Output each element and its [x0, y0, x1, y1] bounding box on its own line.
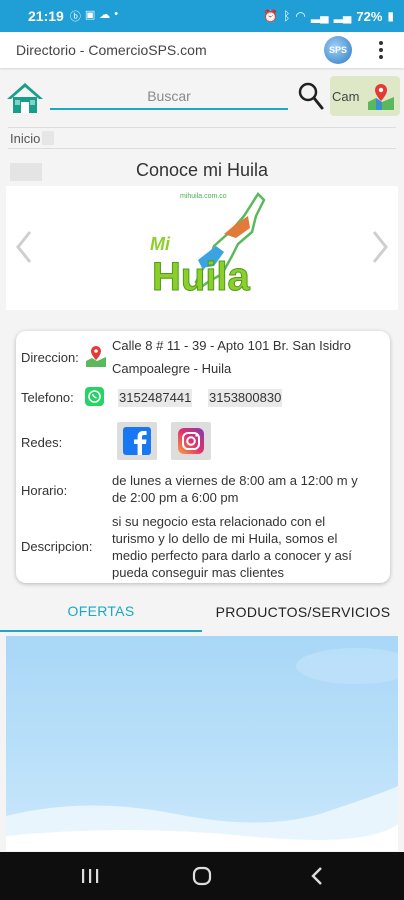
svg-text:Huila: Huila — [152, 255, 251, 299]
tab-productos-servicios[interactable]: PRODUCTOS/SERVICIOS — [202, 592, 404, 632]
map-pin-icon — [86, 346, 106, 367]
breadcrumb: Inicio — [8, 127, 396, 149]
app-bar: Directorio - ComercioSPS.com SPS — [0, 32, 404, 68]
app-title: Directorio - ComercioSPS.com — [16, 42, 207, 58]
notification-icon: ⓑ — [69, 11, 81, 23]
carousel-prev-icon[interactable] — [14, 230, 34, 264]
dot-icon: • — [114, 8, 119, 20]
cam-label: Cam — [332, 88, 360, 104]
home-nav-icon[interactable] — [192, 866, 212, 886]
search-input[interactable] — [50, 84, 288, 110]
search-row: Cam — [0, 72, 404, 122]
direccion-line2: Campoalegre - Huila — [112, 361, 232, 376]
horario-line1: de lunes a viernes de 8:00 am a 12:00 m … — [112, 473, 358, 488]
signal-icon: ▂▄ — [310, 9, 329, 23]
banner-carousel: mihuila.com.co Mi Huila — [6, 186, 398, 310]
battery-icon: ▮ — [387, 9, 394, 23]
signal-icon: ▂▄ — [333, 9, 352, 23]
telefono-label: Telefono: — [21, 390, 74, 405]
facebook-icon — [123, 427, 151, 455]
app-logo-icon[interactable]: SPS — [324, 36, 352, 64]
descripcion-line1: si su negocio esta relacionado con el — [112, 514, 326, 529]
business-info-card: Direccion: Calle 8 # 11 - 39 - Apto 101 … — [16, 331, 390, 583]
cam-button[interactable]: Cam — [330, 76, 400, 116]
ofertas-content — [6, 636, 398, 851]
overflow-menu-icon[interactable] — [372, 38, 390, 62]
phone-2[interactable]: 3153800830 — [208, 389, 283, 407]
instagram-button[interactable] — [171, 422, 211, 460]
facebook-button[interactable] — [117, 422, 157, 460]
mi-huila-logo: mihuila.com.co Mi Huila — [150, 192, 266, 300]
direccion-line1: Calle 8 # 11 - 39 - Apto 101 Br. San Isi… — [112, 338, 351, 353]
phone-1[interactable]: 3152487441 — [118, 389, 193, 407]
descripcion-line3: medio perfecto para darlo a conocer y as… — [112, 548, 352, 563]
alarm-icon: ⏰ — [263, 9, 279, 23]
status-right-icons: ⏰ ᛒ ◠ ▂▄ ▂▄ 72% ▮ — [263, 9, 394, 24]
direccion-label: Direccion: — [21, 350, 79, 365]
whatsapp-icon[interactable] — [85, 387, 104, 406]
wifi-icon: ◠ — [295, 9, 306, 23]
tab-ofertas[interactable]: OFERTAS — [0, 592, 202, 632]
system-nav-bar — [0, 852, 404, 900]
title-row: Conoce mi Huila — [8, 158, 396, 186]
descripcion-line2: turismo y lo dello de mi Huila, somos el — [112, 531, 338, 546]
descripcion-line4: pueda conseguir mas clientes — [112, 565, 284, 580]
breadcrumb-separator — [42, 131, 55, 145]
cloud-background-image — [6, 648, 398, 851]
search-icon[interactable] — [298, 82, 324, 110]
status-bar: 21:19 ⓑ ▣ ☁ • ⏰ ᛒ ◠ ▂▄ ▂▄ 72% ▮ — [0, 0, 404, 32]
horario-label: Horario: — [21, 483, 68, 498]
carousel-next-icon[interactable] — [370, 230, 390, 264]
instagram-icon — [178, 428, 204, 454]
svg-text:Mi: Mi — [150, 234, 171, 254]
status-time: 21:19 — [28, 8, 64, 24]
svg-text:mihuila.com.co: mihuila.com.co — [180, 193, 227, 200]
cloud-icon: ☁ — [99, 9, 111, 21]
home-icon[interactable] — [6, 82, 44, 114]
horario-line2: de 2:00 pm a 6:00 pm — [112, 490, 239, 505]
battery-percent: 72% — [356, 8, 383, 24]
breadcrumb-inicio[interactable]: Inicio — [10, 131, 40, 146]
back-icon[interactable] — [308, 866, 326, 886]
bluetooth-icon: ᛒ — [283, 9, 291, 23]
redes-label: Redes: — [21, 435, 63, 450]
recents-icon[interactable] — [80, 868, 100, 884]
photo-icon: ▣ — [84, 9, 96, 21]
tab-bar: OFERTAS PRODUCTOS/SERVICIOS — [0, 592, 404, 632]
status-left-icons: ⓑ ▣ ☁ • — [70, 8, 118, 24]
map-pin-icon — [368, 84, 394, 110]
descripcion-label: Descripcion: — [21, 539, 93, 554]
page-title: Conoce mi Huila — [135, 160, 269, 180]
